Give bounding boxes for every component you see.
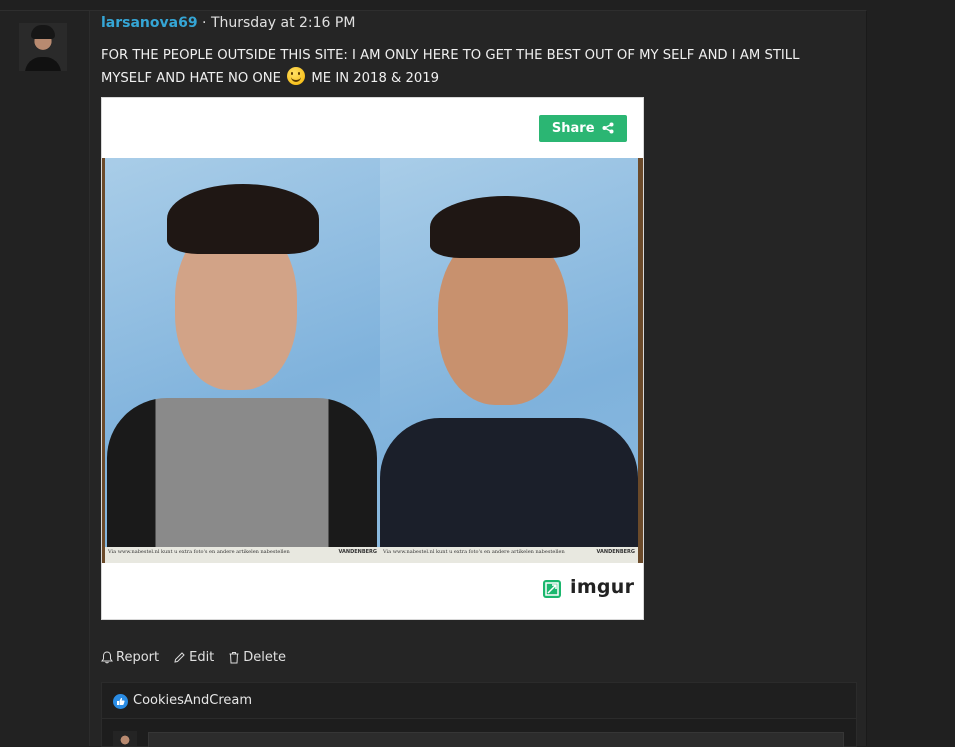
imgur-logo[interactable]: imgur [543,576,634,600]
user-avatar[interactable] [19,23,67,71]
post-meta: larsanova69 · Thursday at 2:16 PM [101,14,355,32]
post-timestamp[interactable]: Thursday at 2:16 PM [211,15,355,31]
imgur-wordmark: imgur [570,576,635,598]
share-icon [602,122,614,134]
delete-button[interactable]: Delete [228,650,286,665]
report-button[interactable]: Report [101,650,159,665]
share-label: Share [551,121,595,136]
username-link[interactable]: larsanova69 [101,15,198,31]
post-message: FOR THE PEOPLE OUTSIDE THIS SITE: I AM O… [101,44,831,90]
imgur-embed[interactable]: Share Via www.nabestel.nl kunt u extra f… [101,97,644,620]
reactions-bar: CookiesAndCream [101,682,857,719]
like-icon [113,694,128,709]
post-user-column [0,11,90,746]
delete-label: Delete [243,650,287,665]
photo-brand-right: VANDENBERG [596,549,635,555]
reply-avatar [113,731,137,746]
photo-brand-left: VANDENBERG [338,549,377,555]
message-text-end: ME IN 2018 & 2019 [311,71,440,86]
share-button[interactable]: Share [539,115,627,142]
edit-button[interactable]: Edit [173,650,214,665]
photo-strip-text-right: Via www.nabestel.nl kunt u extra foto's … [383,549,565,555]
portrait-2018: Via www.nabestel.nl kunt u extra foto's … [105,158,380,563]
embedded-photo[interactable]: Via www.nabestel.nl kunt u extra foto's … [102,158,643,563]
smile-emoji-icon [287,67,306,85]
reaction-user-link[interactable]: CookiesAndCream [133,693,252,708]
pencil-icon [174,652,185,663]
report-label: Report [116,650,160,665]
photo-strip-text-left: Via www.nabestel.nl kunt u extra foto's … [108,549,290,555]
message-text: FOR THE PEOPLE OUTSIDE THIS SITE: I AM O… [101,48,800,86]
portrait-2019: Via www.nabestel.nl kunt u extra foto's … [380,158,638,563]
quick-reply [101,718,857,747]
bell-icon [101,651,113,664]
imgur-logo-icon [543,580,561,598]
trash-icon [229,652,239,664]
edit-label: Edit [189,650,215,665]
post-actions: Report Edit Delete [101,650,286,665]
post-separator: · [202,15,207,31]
